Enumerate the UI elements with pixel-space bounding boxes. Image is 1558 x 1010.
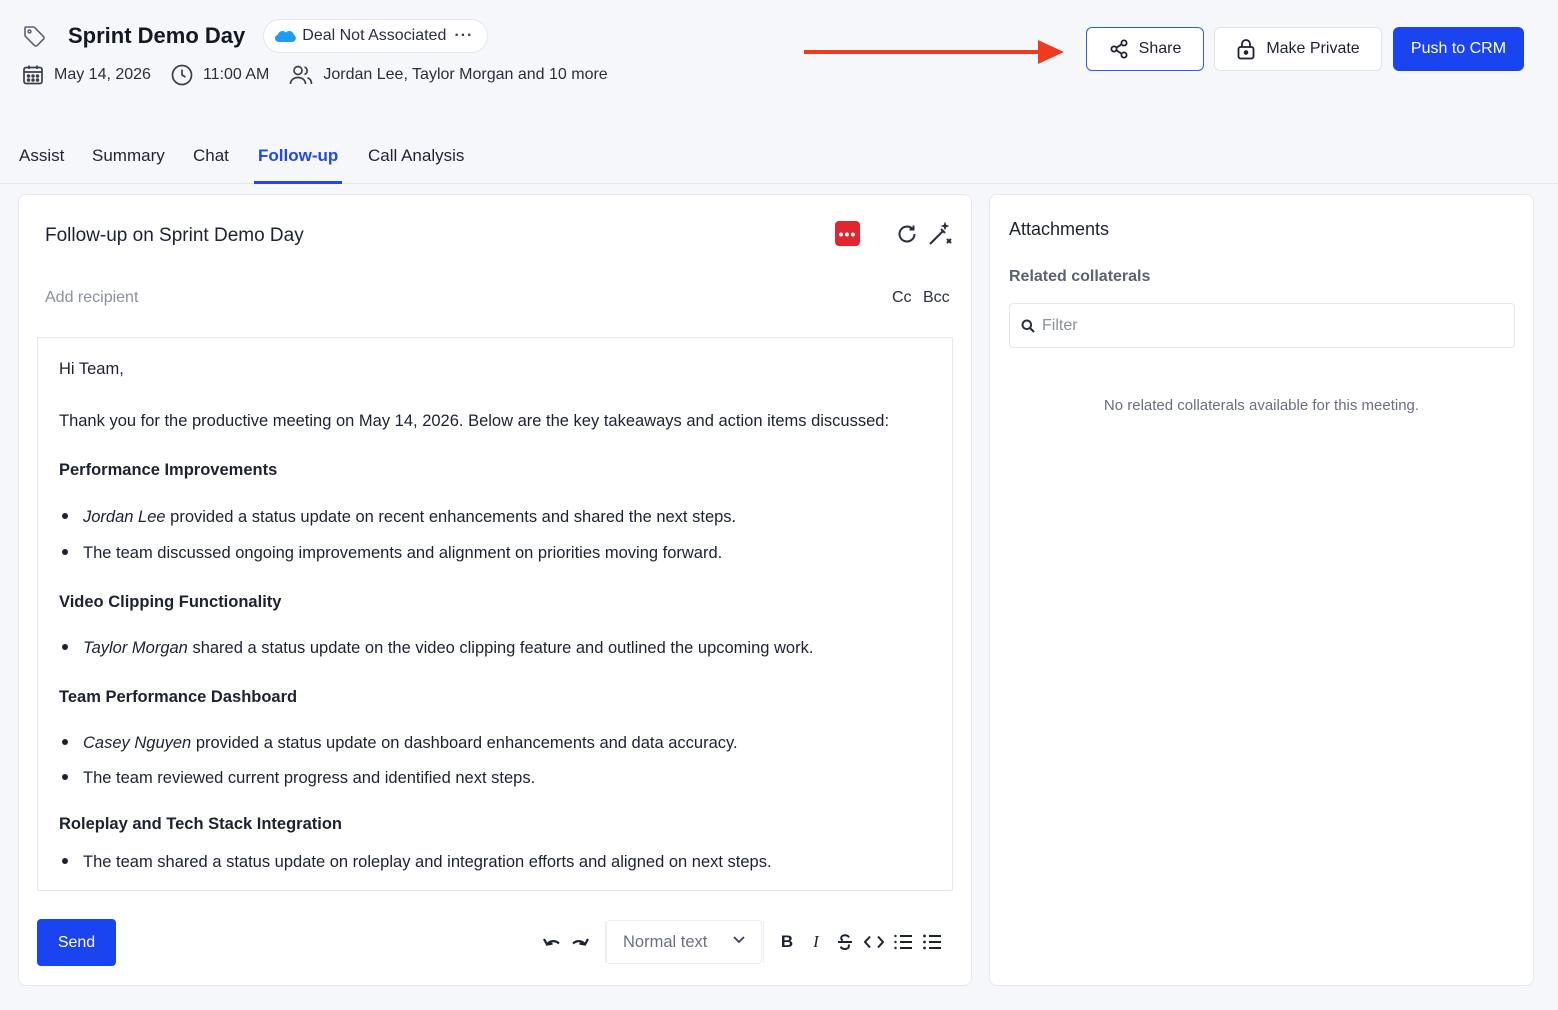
make-private-label: Make Private (1266, 40, 1360, 57)
users-icon (290, 65, 313, 85)
cc-toggle[interactable]: Cc (892, 289, 912, 307)
numbered-list-icon[interactable] (892, 931, 914, 953)
annotation-arrow (804, 40, 1064, 64)
share-label: Share (1138, 40, 1182, 57)
follow-up-card: Follow-up on Sprint Demo Day ••• Add rec… (18, 194, 972, 986)
meeting-date: May 14, 2026 (22, 64, 151, 86)
deal-status-pill[interactable]: Deal Not Associated ··· (263, 19, 489, 53)
tag-icon[interactable] (22, 23, 48, 49)
lock-icon (1237, 39, 1255, 60)
related-collaterals-title: Related collaterals (1009, 268, 1151, 285)
text-style-select[interactable]: Normal text (606, 920, 762, 964)
email-greeting: Hi Team, (59, 360, 124, 378)
redo-icon[interactable] (569, 931, 591, 953)
send-button[interactable]: Send (37, 919, 116, 966)
deal-status-label: Deal Not Associated (302, 27, 447, 44)
list-item: The team shared a status update on rolep… (59, 853, 772, 872)
email-body-editor[interactable]: Hi Team, Thank you for the productive me… (37, 337, 953, 891)
meeting-meta: May 14, 2026 11:00 AM Jordan Lee, Taylor… (22, 60, 628, 90)
title-row: Sprint Demo Day Deal Not Associated ··· (22, 18, 489, 54)
tab-summary[interactable]: Summary (92, 146, 165, 184)
share-button[interactable]: Share (1086, 27, 1204, 71)
filter-input[interactable] (1042, 304, 1502, 347)
tab-assist[interactable]: Assist (19, 146, 64, 184)
empty-state-message: No related collaterals available for thi… (1103, 397, 1420, 414)
salesforce-cloud-icon (275, 31, 297, 42)
list-item: The team reviewed current progress and i… (59, 769, 535, 788)
date-text: May 14, 2026 (54, 66, 151, 83)
toolbar-divider (763, 921, 764, 963)
section-heading: Team Performance Dashboard (59, 688, 298, 706)
tab-bar: Assist Summary Chat Follow-up Call Analy… (0, 138, 1558, 184)
list-item: Casey Nguyen provided a status update on… (59, 734, 738, 753)
magic-wand-icon[interactable] (927, 221, 953, 247)
clock-icon (171, 64, 193, 86)
tab-follow-up[interactable]: Follow-up (254, 146, 343, 184)
ai-options-badge[interactable]: ••• (835, 221, 860, 246)
search-icon (1021, 319, 1035, 333)
push-to-crm-button[interactable]: Push to CRM (1393, 27, 1524, 71)
section-heading: Video Clipping Functionality (59, 593, 282, 611)
filter-field[interactable] (1009, 303, 1515, 348)
tab-chat[interactable]: Chat (193, 146, 229, 184)
share-icon (1110, 39, 1128, 59)
undo-icon[interactable] (541, 931, 563, 953)
list-item: The team discussed ongoing improvements … (59, 544, 722, 563)
email-subject[interactable]: Follow-up on Sprint Demo Day (45, 225, 304, 247)
text-style-value: Normal text (623, 932, 708, 951)
italic-icon[interactable]: I (805, 931, 827, 953)
list-item: Taylor Morgan shared a status update on … (59, 639, 813, 658)
section-heading: Roleplay and Tech Stack Integration (59, 815, 343, 833)
bold-icon[interactable]: B (776, 931, 798, 953)
chevron-down-icon (733, 936, 745, 944)
attachments-title: Attachments (1009, 219, 1110, 239)
meeting-title: Sprint Demo Day (68, 23, 246, 48)
bulleted-list-icon[interactable] (921, 931, 943, 953)
section-heading: Performance Improvements (59, 461, 278, 479)
email-intro: Thank you for the productive meeting on … (59, 412, 890, 430)
list-item: Jordan Lee provided a status update on r… (59, 508, 736, 527)
code-icon[interactable] (863, 931, 885, 953)
tab-call-analysis[interactable]: Call Analysis (368, 146, 464, 184)
strikethrough-icon[interactable] (834, 931, 856, 953)
make-private-button[interactable]: Make Private (1214, 27, 1382, 71)
bcc-toggle[interactable]: Bcc (923, 289, 950, 307)
time-text: 11:00 AM (202, 66, 270, 83)
attachments-card: Attachments Related collaterals No relat… (989, 194, 1534, 986)
meeting-participants[interactable]: Jordan Lee, Taylor Morgan and 10 more (289, 64, 608, 86)
meeting-time: 11:00 AM (171, 64, 269, 86)
meeting-header: Sprint Demo Day Deal Not Associated ··· … (0, 0, 1558, 130)
calendar-icon (23, 65, 43, 85)
add-recipient-field[interactable]: Add recipient (45, 289, 138, 307)
deal-more-icon[interactable]: ··· (454, 27, 473, 45)
participants-text: Jordan Lee, Taylor Morgan and 10 more (323, 66, 608, 83)
refresh-icon[interactable] (896, 223, 918, 245)
